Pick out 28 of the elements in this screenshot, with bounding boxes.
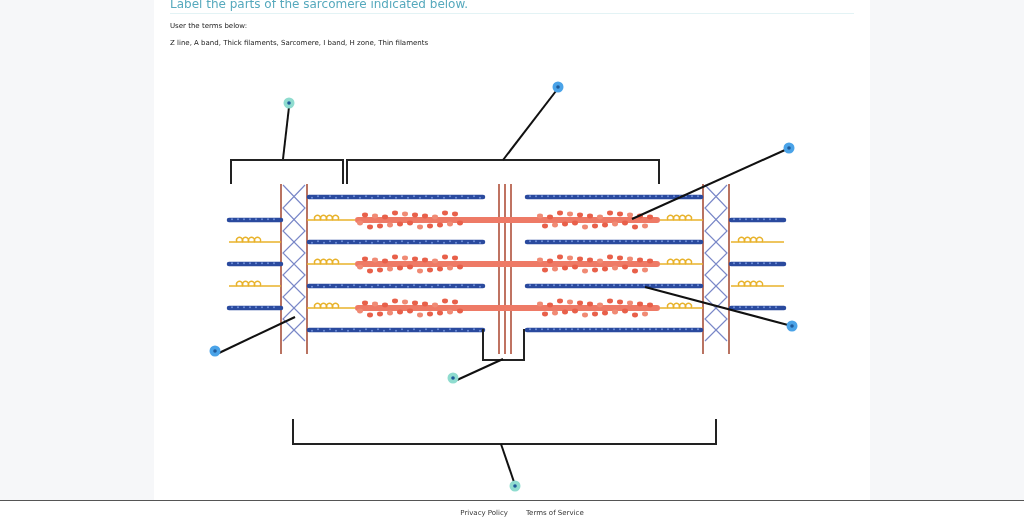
titin-spring [306, 258, 356, 265]
leader-line [282, 106, 290, 160]
label-marker[interactable] [786, 320, 798, 332]
titin-spring [730, 280, 785, 287]
titin-spring [228, 236, 282, 243]
titin-spring [659, 214, 704, 221]
leader-line [500, 443, 515, 483]
label-marker[interactable] [447, 372, 459, 384]
leader-line [502, 90, 557, 161]
titin-spring [306, 302, 356, 309]
label-marker[interactable] [552, 81, 564, 93]
label-marker[interactable] [209, 345, 221, 357]
titin-spring [659, 302, 704, 309]
thin-filament [226, 261, 284, 267]
titin-spring [730, 236, 785, 243]
thin-filament [728, 217, 787, 223]
thin-filament [728, 261, 787, 267]
thin-filament [728, 305, 787, 311]
label-marker[interactable] [283, 97, 295, 109]
titin-spring [228, 280, 282, 287]
bracket [482, 328, 525, 361]
leader-line [456, 358, 504, 381]
thin-filament [226, 305, 284, 311]
label-marker[interactable] [509, 480, 521, 492]
titin-spring [306, 214, 356, 221]
label-marker[interactable] [783, 142, 795, 154]
titin-spring [659, 258, 704, 265]
thin-filament [226, 217, 284, 223]
